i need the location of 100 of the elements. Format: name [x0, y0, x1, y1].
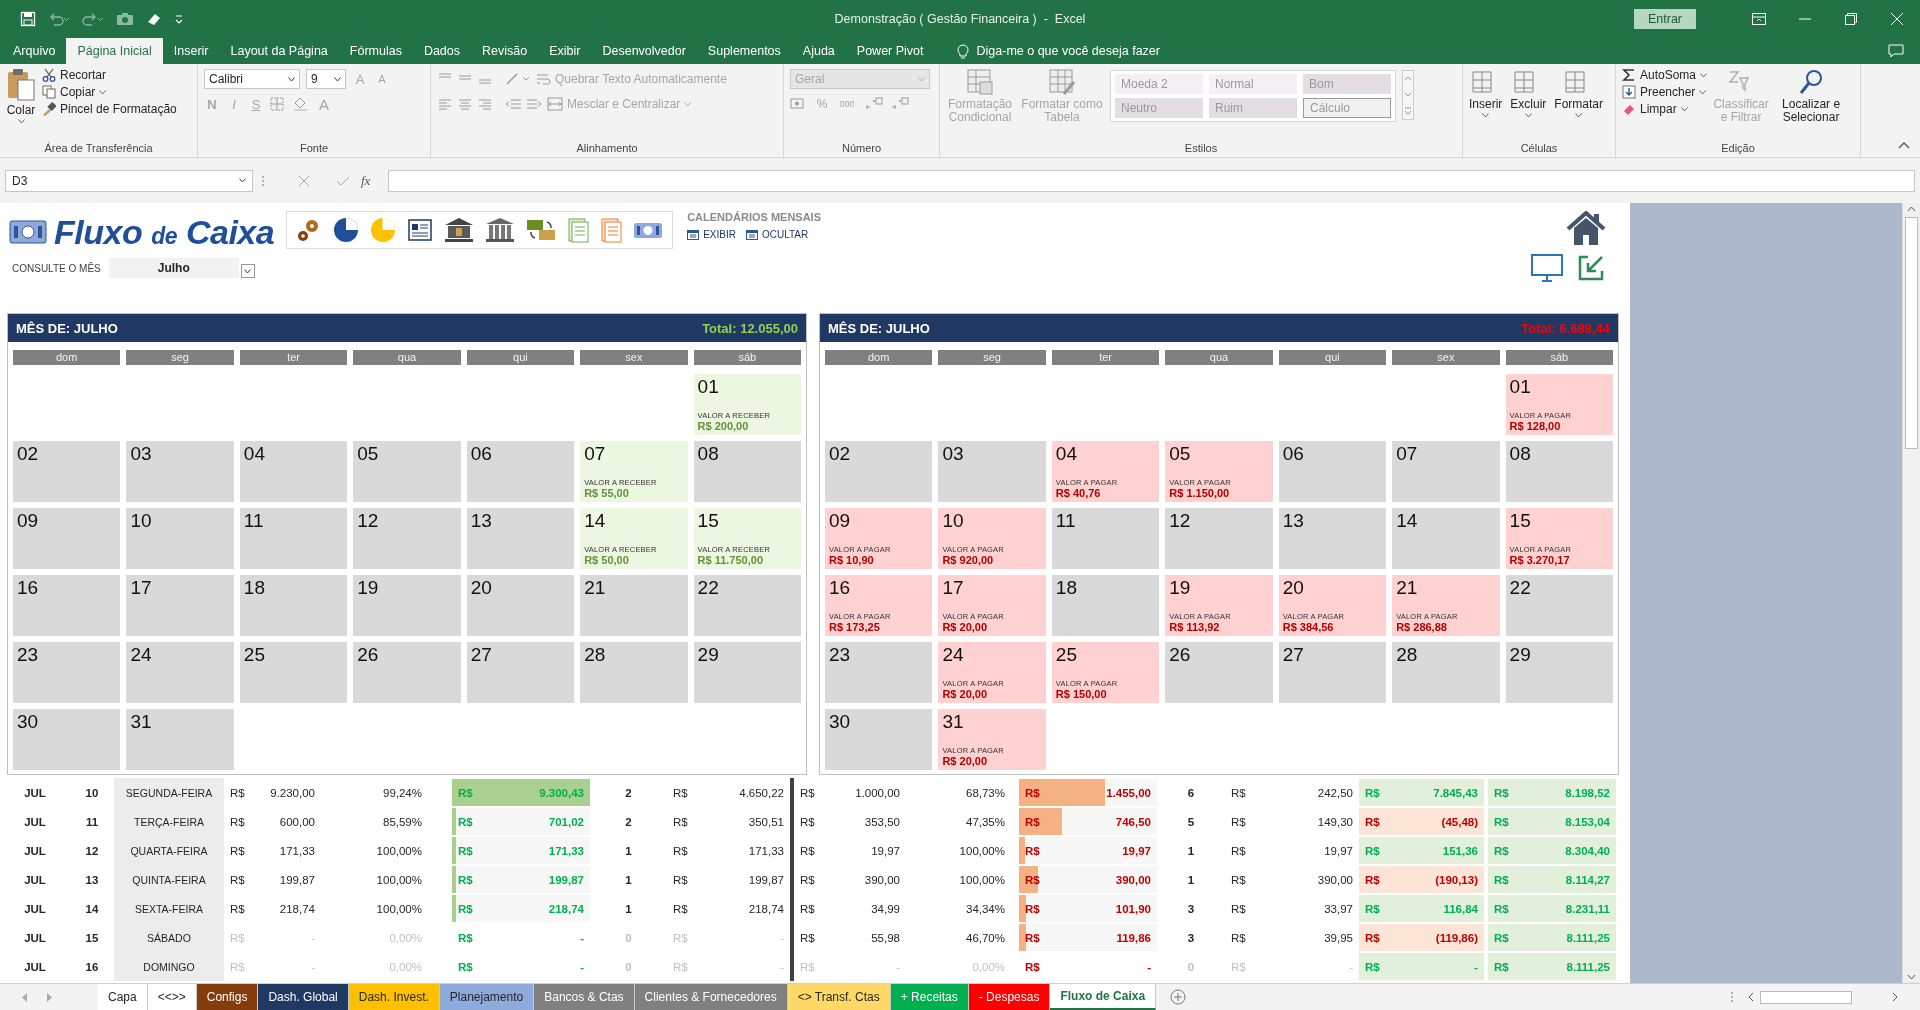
- ribbon-tab[interactable]: Arquivo: [2, 38, 67, 64]
- ribbon-tab[interactable]: Inserir: [162, 38, 220, 64]
- ribbon-tab[interactable]: Power Pivot: [845, 38, 935, 64]
- calendar-day[interactable]: 26: [353, 642, 461, 703]
- sheet-tab[interactable]: Planejamento: [439, 984, 535, 1010]
- close-icon[interactable]: [1891, 13, 1903, 25]
- calendar-day[interactable]: 04: [239, 441, 348, 502]
- sheet-tab[interactable]: Bancos & Ctas: [534, 984, 635, 1010]
- calendar-day[interactable]: 31: [126, 709, 234, 770]
- calendar-day[interactable]: 22: [693, 575, 801, 636]
- ribbon-display-icon[interactable]: [1752, 13, 1766, 25]
- cut-button[interactable]: Recortar: [42, 68, 177, 82]
- scroll-left-icon[interactable]: [1746, 991, 1756, 1003]
- exit-arrow-icon[interactable]: [1576, 253, 1606, 283]
- sheet-tab[interactable]: Fluxo de Caixa: [1050, 984, 1157, 1010]
- pie-chart-icon[interactable]: [332, 216, 361, 244]
- calendar-day[interactable]: 30: [13, 709, 121, 770]
- ribbon-tab[interactable]: Fórmulas: [338, 38, 413, 64]
- formula-field[interactable]: [388, 169, 1915, 192]
- calendar-day[interactable]: 10: [126, 508, 234, 569]
- calendar-day[interactable]: 18: [239, 575, 348, 636]
- calendar-day[interactable]: 08: [1505, 441, 1613, 502]
- customize-toolbar-icon[interactable]: [174, 13, 184, 25]
- fill-button[interactable]: Preencher: [1622, 85, 1708, 99]
- cells-button[interactable]: Excluir: [1510, 68, 1547, 139]
- calendar-day[interactable]: 23: [13, 642, 121, 703]
- calendar-day[interactable]: 09: [13, 508, 121, 569]
- calendar-day[interactable]: 13: [1278, 508, 1387, 569]
- ribbon-tab[interactable]: Exibir: [538, 38, 592, 64]
- sheet-tab[interactable]: - Despesas: [968, 984, 1051, 1010]
- home-icon[interactable]: [1566, 211, 1606, 247]
- calendar-day[interactable]: 29: [1505, 642, 1613, 703]
- bank-icon[interactable]: [443, 216, 476, 244]
- calendar-day[interactable]: 28: [1392, 642, 1500, 703]
- add-sheet-icon[interactable]: [1170, 989, 1187, 1005]
- ribbon-tab[interactable]: Página Inicial: [66, 38, 163, 64]
- calendar-day[interactable]: 06: [466, 441, 575, 502]
- calendar-day[interactable]: 02: [13, 441, 121, 502]
- calendar-day[interactable]: 13: [466, 508, 575, 569]
- calendar-day[interactable]: 14: [1392, 508, 1500, 569]
- vertical-scrollbar[interactable]: [1902, 203, 1920, 983]
- sign-in-button[interactable]: Entrar: [1633, 9, 1696, 29]
- find-select-button[interactable]: Localizar e Selecionar: [1775, 68, 1848, 139]
- ribbon-tab[interactable]: Revisão: [471, 38, 539, 64]
- calendar-day[interactable]: 12: [353, 508, 461, 569]
- horizontal-scrollbar[interactable]: [1760, 990, 1852, 1004]
- save-icon[interactable]: [20, 11, 36, 27]
- comment-icon[interactable]: [1888, 44, 1904, 58]
- eraser-icon[interactable]: [146, 12, 162, 26]
- sheet-tab[interactable]: Configs: [196, 984, 259, 1010]
- calendar-day[interactable]: 06: [1278, 441, 1387, 502]
- clear-button[interactable]: Limpar: [1622, 102, 1708, 116]
- calendar-day[interactable]: 03: [938, 441, 1046, 502]
- cells-button[interactable]: Inserir: [1469, 68, 1503, 139]
- form-icon[interactable]: [406, 216, 435, 244]
- autosum-button[interactable]: AutoSoma: [1622, 68, 1708, 82]
- font-size-field[interactable]: 9: [306, 69, 346, 89]
- restore-icon[interactable]: [1845, 13, 1857, 25]
- calendar-day[interactable]: 27: [466, 642, 575, 703]
- sheet-tab[interactable]: Dash. Invest.: [348, 984, 440, 1010]
- scroll-right-icon[interactable]: [1890, 991, 1900, 1003]
- calendar-day[interactable]: 16: [13, 575, 121, 636]
- copy-button[interactable]: Copiar: [42, 85, 177, 99]
- ribbon-tab[interactable]: Suplementos: [696, 38, 792, 64]
- insert-function-button[interactable]: fx: [361, 172, 371, 189]
- calendar-day[interactable]: 02: [825, 441, 933, 502]
- calendar-day[interactable]: 07: [1392, 441, 1500, 502]
- sheet-tab[interactable]: Clientes & Fornecedores: [634, 984, 788, 1010]
- calendar-day[interactable]: 18: [1051, 575, 1160, 636]
- ribbon-tab[interactable]: Dados: [412, 38, 472, 64]
- calendar-day[interactable]: 20: [466, 575, 575, 636]
- calendar-day[interactable]: 19: [353, 575, 461, 636]
- dropdown-button[interactable]: [240, 264, 255, 278]
- calendar-day[interactable]: 11: [1051, 508, 1160, 569]
- undo-icon[interactable]: [48, 12, 70, 26]
- monitor-icon[interactable]: [1530, 253, 1564, 283]
- sheet-tab[interactable]: <<>>: [147, 984, 197, 1010]
- paste-button[interactable]: Colar: [6, 68, 36, 139]
- calendar-day[interactable]: 24: [126, 642, 234, 703]
- cells-button[interactable]: Formatar: [1554, 68, 1604, 139]
- calendar-day[interactable]: 03: [126, 441, 234, 502]
- calendar-day[interactable]: 22: [1505, 575, 1613, 636]
- bank-icon[interactable]: [484, 216, 517, 244]
- month-field[interactable]: Julho: [108, 258, 239, 278]
- calendar-day[interactable]: 25: [239, 642, 348, 703]
- sheet-tab[interactable]: Capa: [98, 984, 148, 1010]
- ribbon-tab[interactable]: Desenvolvedor: [591, 38, 697, 64]
- hide-button[interactable]: OCULTAR: [745, 229, 809, 240]
- camera-icon[interactable]: [116, 12, 134, 26]
- calendar-day[interactable]: 23: [825, 642, 933, 703]
- sheet-tab[interactable]: <> Transf. Ctas: [787, 984, 891, 1010]
- font-name-field[interactable]: Calibri: [204, 69, 300, 89]
- collapse-ribbon-icon[interactable]: [1898, 141, 1910, 149]
- calendar-day[interactable]: 26: [1165, 642, 1273, 703]
- calendar-day[interactable]: 28: [580, 642, 688, 703]
- name-box[interactable]: D3: [5, 169, 253, 192]
- format-painter-button[interactable]: Pincel de Formatação: [42, 102, 177, 116]
- calendar-day[interactable]: 08: [693, 441, 801, 502]
- calendar-day[interactable]: 11: [239, 508, 348, 569]
- gallery-scroll-icon[interactable]: [1402, 70, 1414, 120]
